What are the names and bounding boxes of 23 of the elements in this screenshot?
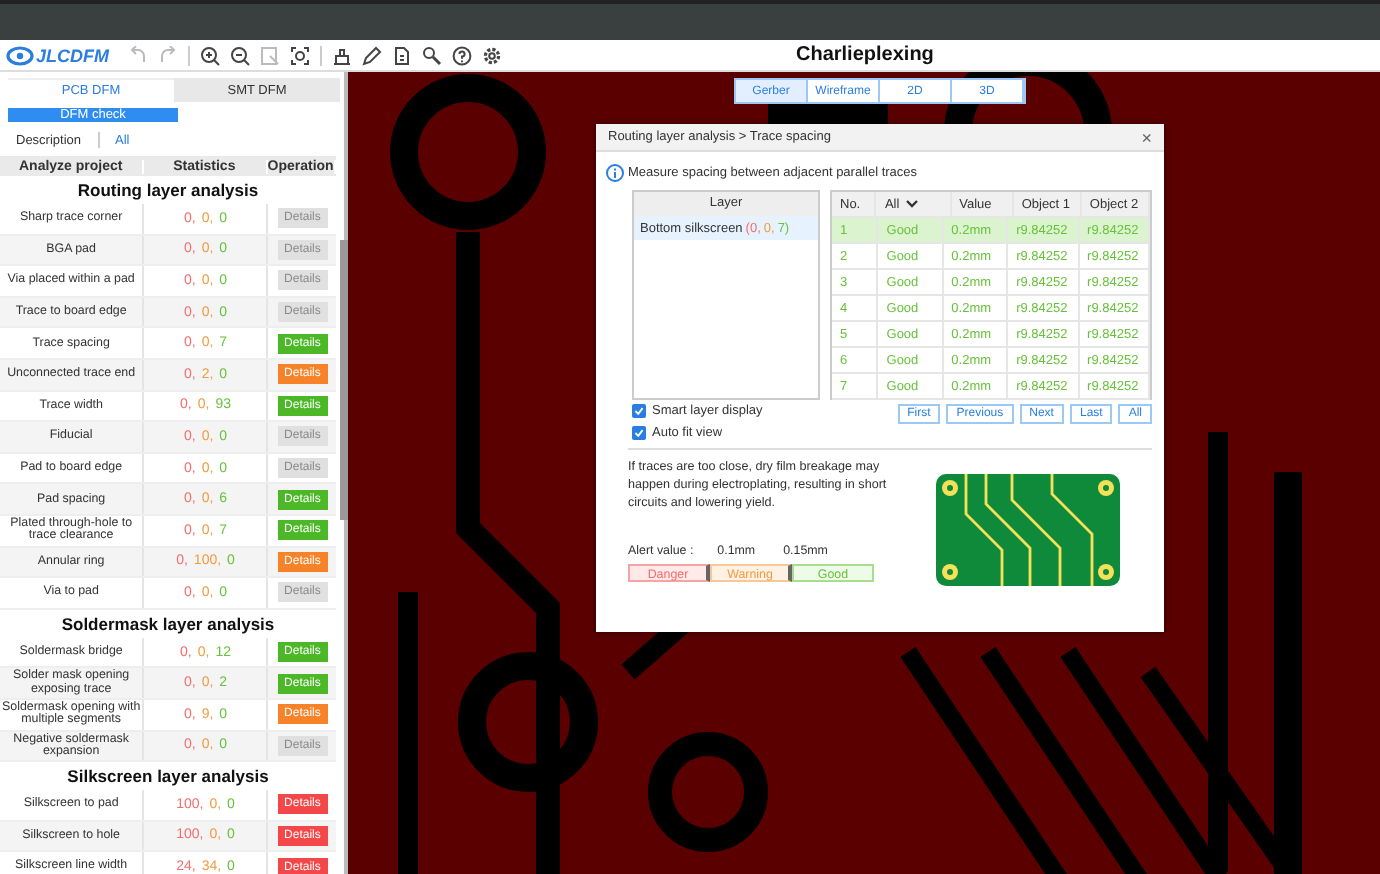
help-icon[interactable] xyxy=(451,45,471,65)
caret-icon xyxy=(905,200,918,208)
pad-ring xyxy=(458,652,598,792)
section-heading: Routing layer analysis xyxy=(75,178,261,204)
checkbox[interactable] xyxy=(632,426,646,440)
scrollbar[interactable] xyxy=(340,240,348,520)
logo-icon xyxy=(6,45,34,65)
pencil-icon[interactable] xyxy=(361,45,381,65)
pad-ring xyxy=(648,732,768,852)
measure-icon[interactable] xyxy=(331,45,351,65)
settings-icon[interactable] xyxy=(481,45,501,65)
info-icon xyxy=(606,164,624,182)
search-icon[interactable] xyxy=(421,45,441,65)
checkbox[interactable] xyxy=(632,404,646,418)
zoom-out-icon[interactable] xyxy=(229,45,249,65)
project-title: Charlieplexing xyxy=(796,44,934,66)
close-button[interactable]: × xyxy=(1141,127,1152,147)
fit-view-icon[interactable] xyxy=(289,45,309,65)
zoom-in-icon[interactable] xyxy=(199,45,219,65)
logo-text: JLCDFM xyxy=(36,45,109,65)
document-icon[interactable] xyxy=(391,45,411,65)
section-heading: Silkscreen layer analysis xyxy=(65,764,271,791)
section-heading: Soldermask layer analysis xyxy=(59,611,277,638)
